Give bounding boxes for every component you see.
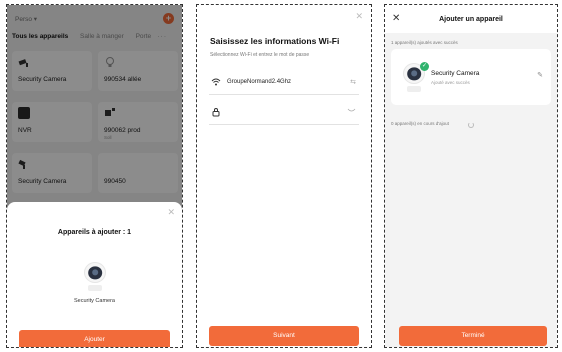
lock-icon [211, 107, 221, 121]
close-icon[interactable]: ✕ [167, 207, 175, 218]
added-count-text: 1 appareil(s) ajoutés avec succès [391, 40, 458, 45]
next-button[interactable]: Suivant [209, 326, 359, 346]
check-icon: ✓ [420, 62, 429, 71]
wifi-network-field[interactable]: GroupeNormand2.4Ghz ⇆ [209, 73, 359, 95]
device-status: Ajouté avec succès [431, 80, 470, 85]
wifi-network-name: GroupeNormand2.4Ghz [227, 79, 292, 85]
device-list-screen: Perso ▾ + Tous les appareils Salle à man… [6, 4, 183, 348]
device-name: Security Camera [431, 70, 480, 77]
pending-count-text: 0 appareil(s) en cours d'ajout [391, 121, 449, 126]
add-device-result-screen: ✕ Ajouter un appareil 1 appareil(s) ajou… [384, 4, 558, 348]
close-icon[interactable]: ✕ [355, 11, 363, 22]
done-button[interactable]: Terminé [399, 326, 547, 346]
device-label: Security Camera [74, 298, 115, 304]
wifi-setup-screen: ✕ Saisissez les informations Wi-Fi Sélec… [196, 4, 372, 348]
edit-icon[interactable]: ✎ [537, 71, 543, 79]
password-field[interactable] [209, 103, 359, 125]
page-subtitle: Sélectionnez Wi-Fi et entrez le mot de p… [210, 52, 310, 58]
eye-hidden-icon[interactable] [347, 108, 356, 116]
add-devices-sheet: ✕ Appareils à ajouter : 1 Security Camer… [7, 202, 182, 347]
page-title: Saisissez les informations Wi-Fi [210, 36, 340, 46]
wifi-icon [211, 77, 221, 91]
camera-device-image [84, 262, 106, 292]
added-device-card[interactable]: ✓ Security Camera Ajouté avec succès ✎ [391, 49, 551, 105]
switch-network-icon[interactable]: ⇆ [350, 78, 356, 86]
sheet-title: Appareils à ajouter : 1 [57, 229, 132, 236]
page-title: Ajouter un appareil [439, 16, 503, 23]
loading-spinner-icon [468, 122, 474, 128]
add-button[interactable]: Ajouter [19, 330, 170, 347]
